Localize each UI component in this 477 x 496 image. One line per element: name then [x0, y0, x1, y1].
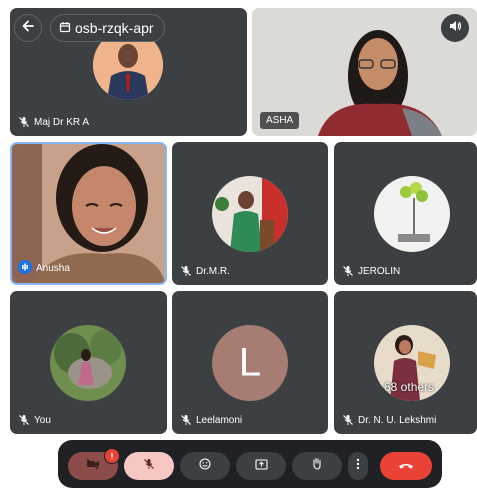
avatar-initial: L: [238, 340, 262, 385]
mic-off-icon: [180, 265, 192, 277]
emoji-icon: [199, 457, 211, 475]
meeting-code-chip[interactable]: osb-rzqk-apr: [50, 14, 165, 42]
raise-hand-button[interactable]: [292, 452, 342, 480]
participant-name: Leelamoni: [196, 414, 243, 426]
avatar: [50, 325, 126, 401]
mic-off-icon: [18, 116, 30, 128]
participant-name: You: [34, 414, 51, 426]
avatar: [212, 176, 288, 252]
hand-icon: [311, 457, 323, 475]
audio-output-button[interactable]: [441, 14, 469, 42]
speaking-indicator-icon: [18, 260, 32, 277]
call-controls: [58, 440, 442, 488]
participant-name-label: You: [18, 414, 51, 426]
back-button[interactable]: [14, 14, 42, 42]
present-icon: [254, 457, 268, 475]
participant-name: Anusha: [36, 263, 70, 274]
reactions-button[interactable]: [180, 452, 230, 480]
end-call-button[interactable]: [380, 452, 432, 480]
participant-name: Dr. N. U. Lekshmi: [358, 414, 437, 426]
participant-name: ASHA: [260, 112, 300, 129]
more-options-button[interactable]: [348, 452, 368, 480]
mic-off-icon: [143, 457, 155, 475]
avatar: L: [212, 325, 288, 401]
participant-name-label: Dr. N. U. Lekshmi: [342, 414, 436, 426]
participant-name: Maj Dr KR A: [34, 116, 90, 128]
speaker-icon: [448, 19, 462, 38]
phone-hangup-icon: [398, 457, 414, 475]
mic-off-icon: [180, 414, 192, 426]
mic-off-icon: [342, 414, 354, 426]
participant-tile[interactable]: L Leelamoni: [172, 291, 328, 434]
others-count[interactable]: 68 others: [384, 380, 434, 394]
camera-off-icon: [86, 457, 100, 475]
more-vert-icon: [356, 457, 360, 475]
participant-name: Dr.M.R.: [196, 265, 230, 277]
meeting-header: osb-rzqk-apr: [14, 14, 165, 42]
participant-name-label: Anusha: [18, 260, 70, 277]
participant-name-label: Dr.M.R.: [180, 265, 230, 277]
participant-tile[interactable]: You: [10, 291, 167, 434]
camera-alert-badge: !: [104, 448, 120, 464]
meet-window: Maj Dr KR A ASHA osb-rzqk-apr Anusha Dr.…: [0, 0, 477, 496]
mic-off-icon: [342, 265, 354, 277]
avatar: [374, 176, 450, 252]
participant-tile[interactable]: Dr.M.R.: [172, 142, 328, 285]
participant-tile[interactable]: Anusha: [10, 142, 167, 285]
participant-tile[interactable]: JEROLIN: [334, 142, 477, 285]
meeting-code: osb-rzqk-apr: [75, 20, 154, 36]
mic-off-icon: [18, 414, 30, 426]
arrow-left-icon: [21, 19, 35, 38]
calendar-icon: [59, 20, 71, 36]
mic-toggle-button[interactable]: [124, 452, 174, 480]
participant-tile[interactable]: Dr. N. U. Lekshmi: [334, 291, 477, 434]
participant-name-label: JEROLIN: [342, 265, 400, 277]
present-screen-button[interactable]: [236, 452, 286, 480]
participant-name-label: Leelamoni: [180, 414, 242, 426]
participant-name: JEROLIN: [358, 265, 401, 277]
participant-name-label: Maj Dr KR A: [18, 116, 89, 128]
